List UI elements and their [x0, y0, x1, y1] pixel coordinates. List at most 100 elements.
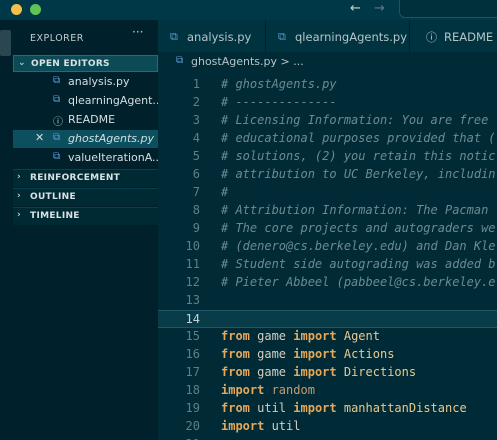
breadcrumb-path[interactable]: ghostAgents.py > ...	[191, 55, 304, 68]
code-line[interactable]: 21	[158, 436, 497, 440]
tab-label: analysis.py	[187, 30, 252, 44]
section-open-editors[interactable]: ⌄ OPEN EDITORS	[13, 55, 158, 72]
code-line[interactable]: 17 from game import Directions	[158, 364, 497, 382]
more-actions-icon[interactable]: ···	[132, 25, 143, 39]
code-token: game	[249, 347, 294, 361]
python-icon: ⧉	[53, 75, 61, 86]
open-editor-item[interactable]: ⧉ qlearningAgent...	[13, 92, 158, 110]
code-line[interactable]: 19 from util import manhattanDistance	[158, 400, 497, 418]
line-number: 4	[192, 131, 200, 145]
code-token: # attribution to UC Berkeley, includin	[221, 167, 496, 181]
file-name: valueIterationA...	[68, 151, 158, 164]
chevron-right-icon: ›	[17, 210, 22, 220]
code-token: # solutions, (2) you retain this notic	[221, 149, 496, 163]
minimize-button[interactable]	[11, 4, 22, 15]
section-timeline[interactable]: › TIMELINE	[13, 207, 158, 225]
code-text: import util	[221, 419, 300, 433]
section-outline[interactable]: › OUTLINE	[13, 188, 158, 206]
code-token: import	[293, 329, 337, 343]
file-name: README	[68, 113, 116, 126]
file-name: qlearningAgent...	[68, 94, 158, 107]
code-text: # attribution to UC Berkeley, includin	[221, 167, 496, 181]
line-number: 20	[185, 419, 200, 433]
line-number: 2	[192, 95, 200, 109]
tab-label: README	[444, 30, 494, 44]
code-line[interactable]: 10 # (denero@cs.berkeley.edu) and Dan Kle	[158, 238, 497, 256]
line-number: 19	[185, 401, 200, 415]
code-token: Agent	[336, 329, 380, 343]
forward-arrow-icon[interactable]: →	[374, 1, 385, 16]
code-token: # Attribution Information: The Pacman	[221, 203, 489, 217]
code-text: # educational purposes provided that (	[221, 131, 496, 145]
info-icon: ⓘ	[426, 31, 437, 44]
maximize-button[interactable]	[30, 4, 41, 15]
open-editor-item[interactable]: ⧉ analysis.py	[13, 73, 158, 91]
code-text: from game import Directions	[221, 365, 416, 379]
code-token: from	[221, 329, 250, 343]
code-line[interactable]: 18 import random	[158, 382, 497, 400]
info-icon: ⓘ	[53, 117, 63, 128]
code-token: #	[221, 185, 229, 199]
tab-analysis[interactable]: ⧉ analysis.py	[158, 20, 266, 52]
explorer-title: EXPLORER	[30, 33, 84, 44]
code-editor[interactable]: 1 # ghostAgents.py 2 # -------------- 3 # Lic…	[158, 70, 497, 440]
code-token: # (denero@cs.berkeley.edu) and Dan Kle	[221, 239, 496, 253]
code-token: # Pieter Abbeel (pabbeel@cs.berkeley.e	[221, 275, 496, 289]
line-number: 11	[185, 257, 200, 271]
python-icon: ⧉	[176, 55, 184, 66]
code-line[interactable]: 9 # The core projects and autograders we	[158, 220, 497, 238]
code-line[interactable]: 6 # attribution to UC Berkeley, includin	[158, 166, 497, 184]
section-label: OPEN EDITORS	[31, 59, 110, 69]
title-bar: ← →	[0, 0, 497, 20]
code-line[interactable]: 16 from game import Actions	[158, 346, 497, 364]
section-reinforcement[interactable]: › REINFORCEMENT	[13, 169, 158, 187]
code-text: from game import Actions	[221, 347, 394, 361]
code-token: # --------------	[221, 95, 337, 109]
open-editor-item[interactable]: ⧉ valueIterationA...	[13, 149, 158, 167]
open-editor-item[interactable]: ✕ ⧉ ghostAgents.py	[13, 130, 158, 148]
code-line[interactable]: 11 # Student side autograding was added b	[158, 256, 497, 274]
code-token: from	[221, 365, 250, 379]
code-token: # ghostAgents.py	[221, 77, 337, 91]
tab-readme[interactable]: ⓘ README	[410, 20, 497, 52]
line-number: 14	[185, 312, 200, 326]
code-line[interactable]: 14	[158, 310, 497, 328]
code-token: random	[264, 383, 315, 397]
code-line[interactable]: 8 # Attribution Information: The Pacman	[158, 202, 497, 220]
explorer-activity-icon[interactable]	[0, 30, 11, 56]
code-token: Directions	[336, 365, 417, 379]
code-text: # ghostAgents.py	[221, 77, 337, 91]
code-token: # Licensing Information: You are free	[221, 113, 489, 127]
python-icon: ⧉	[170, 30, 178, 43]
code-token: Actions	[336, 347, 395, 361]
code-line[interactable]: 1 # ghostAgents.py	[158, 76, 497, 94]
line-number: 12	[185, 275, 200, 289]
line-number: 18	[185, 383, 200, 397]
code-line[interactable]: 3 # Licensing Information: You are free	[158, 112, 497, 130]
code-line[interactable]: 4 # educational purposes provided that (	[158, 130, 497, 148]
code-token: # The core projects and autograders we	[221, 221, 496, 235]
code-line[interactable]: 15 from game import Agent	[158, 328, 497, 346]
open-editor-item[interactable]: ⓘ README	[13, 111, 158, 129]
code-text: # Student side autograding was added b	[221, 257, 496, 271]
code-token: import	[293, 401, 337, 415]
editor-window: ← → EXPLORER ··· ⌄ OPEN EDITORS › REINFO…	[0, 0, 497, 440]
code-text: from util import manhattanDistance	[221, 401, 467, 415]
code-line[interactable]: 13	[158, 292, 497, 310]
code-token: from	[221, 401, 250, 415]
code-line[interactable]: 5 # solutions, (2) you retain this notic	[158, 148, 497, 166]
code-text: import random	[221, 383, 315, 397]
code-token: manhattanDistance	[336, 401, 467, 415]
tab-qlearningagents[interactable]: ⧉ qlearningAgents.py	[266, 20, 410, 52]
back-arrow-icon[interactable]: ←	[350, 1, 361, 16]
code-line[interactable]: 7 #	[158, 184, 497, 202]
code-line[interactable]: 20 import util	[158, 418, 497, 436]
code-line[interactable]: 2 # --------------	[158, 94, 497, 112]
close-icon[interactable]: ✕	[35, 131, 44, 144]
section-label: OUTLINE	[30, 192, 76, 202]
line-number: 17	[185, 365, 200, 379]
command-center-search[interactable]	[399, 0, 497, 18]
code-line[interactable]: 12 # Pieter Abbeel (pabbeel@cs.berkeley.e	[158, 274, 497, 292]
code-token: from	[221, 347, 250, 361]
code-token: import	[293, 365, 337, 379]
